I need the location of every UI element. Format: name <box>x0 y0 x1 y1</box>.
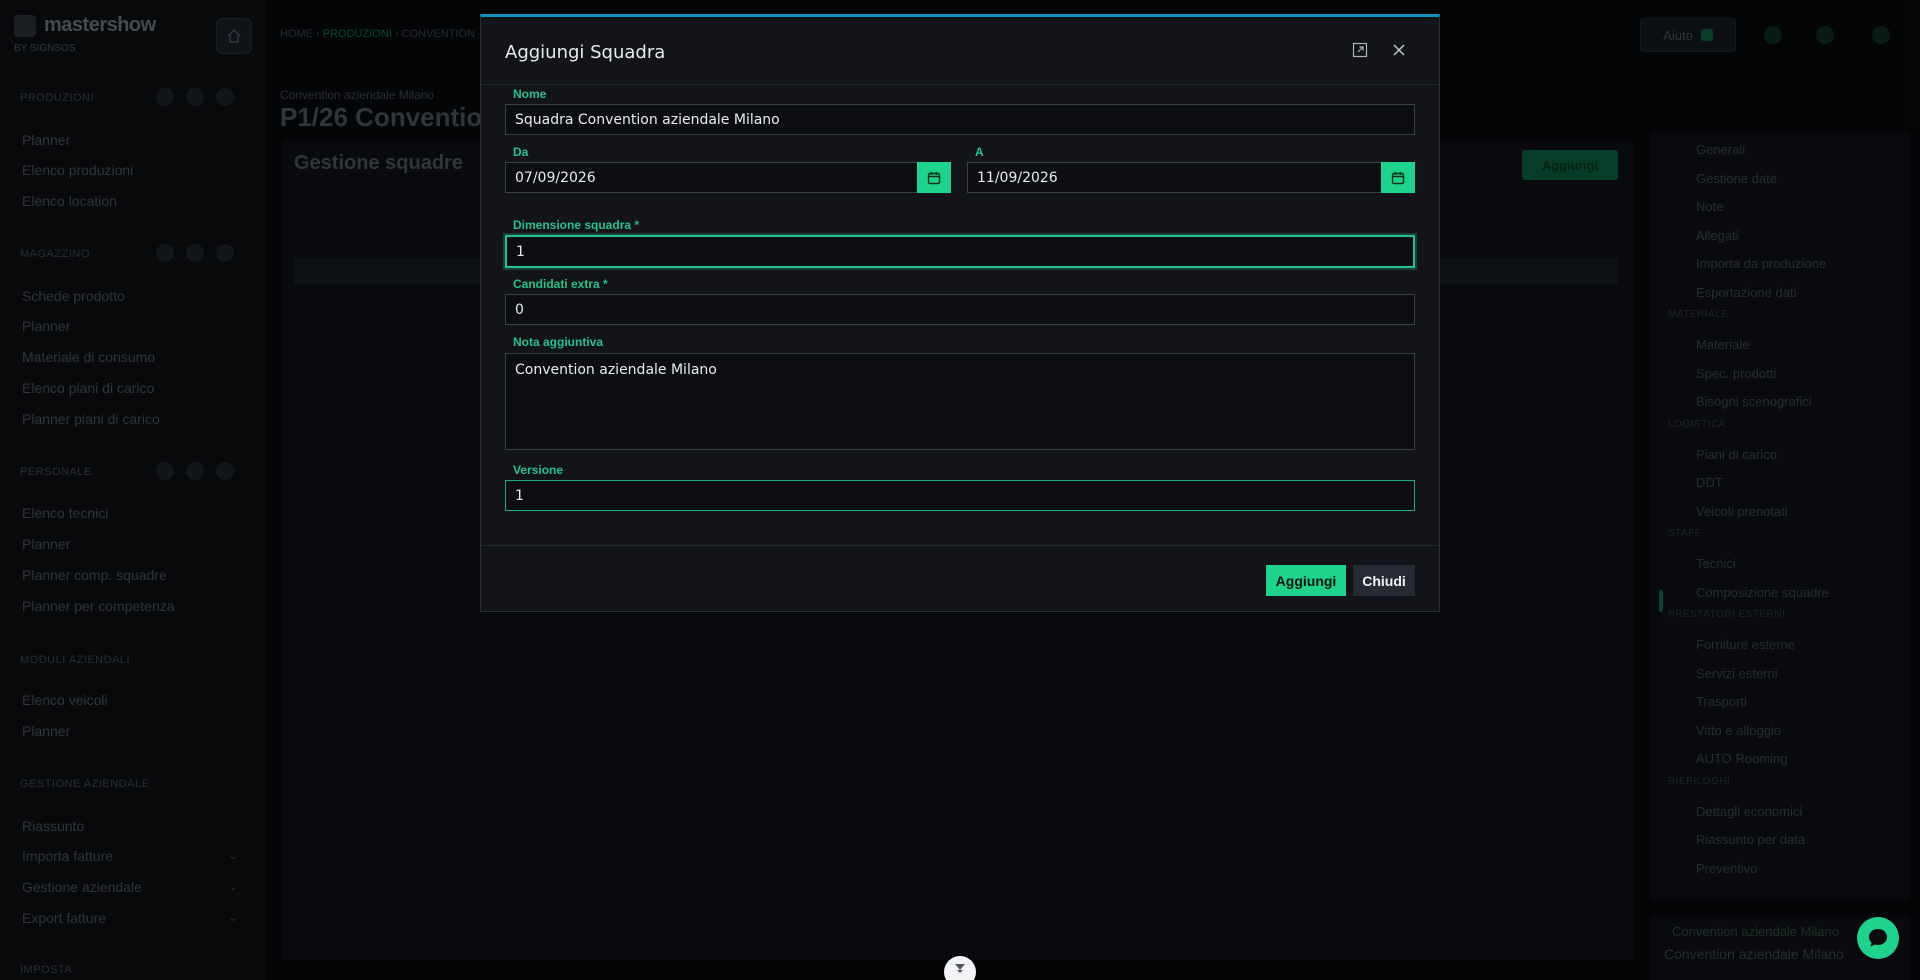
close-button[interactable] <box>1388 39 1410 61</box>
modal-footer: Aggiungi Chiudi <box>481 545 1439 612</box>
expand-button[interactable] <box>1349 39 1371 61</box>
nota-label: Nota aggiuntiva <box>513 335 604 349</box>
chevron-down-icon <box>955 964 965 973</box>
add-team-modal: Aggiungi Squadra Nome Squadra Convention… <box>480 14 1440 612</box>
a-calendar-button[interactable] <box>1381 162 1415 193</box>
calendar-icon <box>1391 171 1405 184</box>
nome-input[interactable]: Squadra Convention aziendale Milano <box>505 104 1415 135</box>
da-label: Da <box>513 145 529 159</box>
candidati-label: Candidati extra * <box>513 277 608 291</box>
add-button[interactable]: Aggiungi <box>1266 565 1346 596</box>
scroll-down-button[interactable] <box>944 956 976 980</box>
versione-label: Versione <box>513 463 564 477</box>
a-date-picker: 11/09/2026 <box>967 162 1415 193</box>
a-label: A <box>975 145 984 159</box>
close-icon <box>1393 44 1405 56</box>
candidati-input[interactable]: 0 <box>505 294 1415 325</box>
chat-icon <box>1869 929 1887 947</box>
chat-button[interactable] <box>1857 917 1899 959</box>
da-date-picker: 07/09/2026 <box>505 162 951 193</box>
close-modal-button[interactable]: Chiudi <box>1353 565 1415 596</box>
expand-icon <box>1352 42 1368 58</box>
calendar-icon <box>927 171 941 184</box>
da-input[interactable]: 07/09/2026 <box>505 162 917 193</box>
nota-textarea[interactable]: Convention aziendale Milano <box>505 353 1415 450</box>
a-input[interactable]: 11/09/2026 <box>967 162 1381 193</box>
da-calendar-button[interactable] <box>917 162 951 193</box>
modal-header: Aggiungi Squadra <box>481 17 1439 85</box>
nome-label: Nome <box>513 87 547 101</box>
dimensione-label: Dimensione squadra * <box>513 218 640 232</box>
dimensione-input[interactable]: 1 <box>505 235 1415 268</box>
versione-input[interactable]: 1 <box>505 480 1415 511</box>
modal-title: Aggiungi Squadra <box>505 42 666 63</box>
